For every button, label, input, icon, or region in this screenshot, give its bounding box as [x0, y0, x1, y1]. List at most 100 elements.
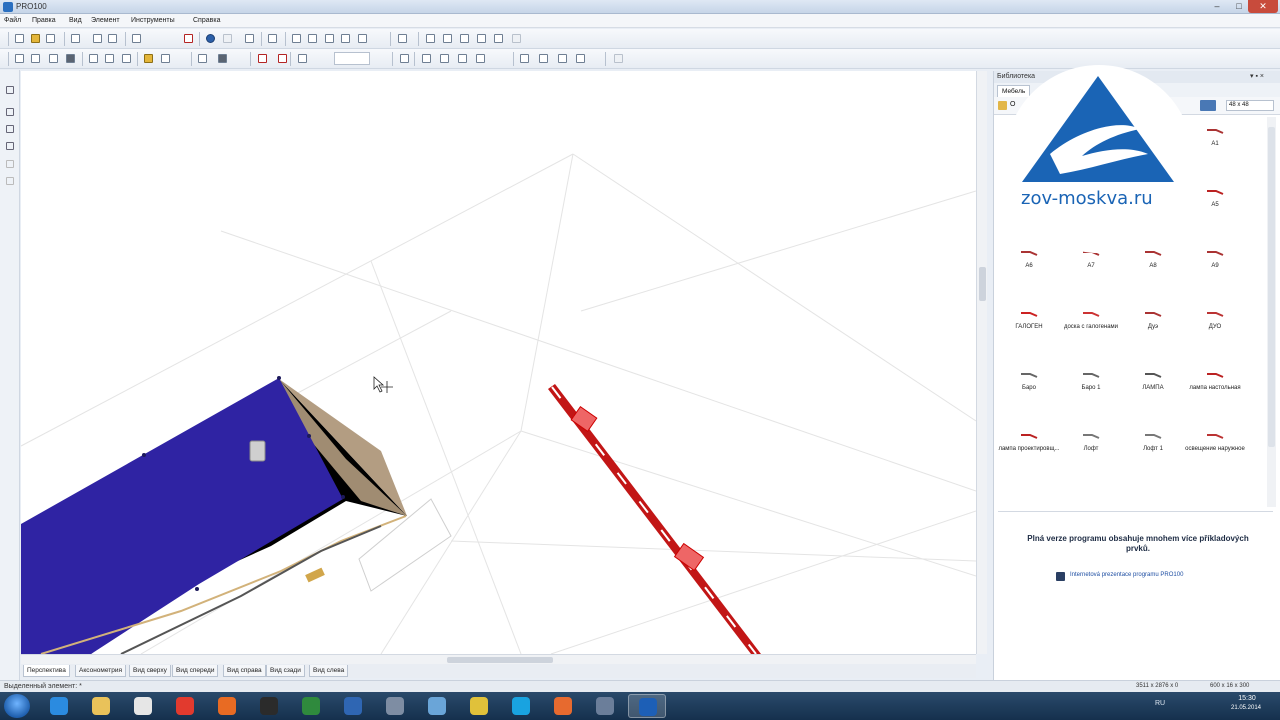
- library-item[interactable]: Баро: [998, 361, 1060, 421]
- cube-icon[interactable]: [29, 52, 42, 65]
- menu-tools[interactable]: Инструменты: [131, 17, 175, 24]
- copy-icon[interactable]: [106, 32, 119, 45]
- thumbnail-size-select[interactable]: 48 x 48: [1226, 100, 1274, 111]
- library-window-controls[interactable]: ▾ ▪ ×: [1250, 72, 1264, 80]
- center-icon[interactable]: [612, 52, 625, 65]
- taskbar-skype-icon[interactable]: [502, 694, 540, 718]
- grid-icon[interactable]: [398, 52, 411, 65]
- gray-icon[interactable]: [510, 32, 523, 45]
- select-icon[interactable]: [87, 52, 100, 65]
- align-center-icon[interactable]: [356, 32, 369, 45]
- tab-axonometry[interactable]: Аксонометрия: [75, 665, 127, 677]
- align-tool-icon[interactable]: [4, 140, 16, 152]
- arrange-icon[interactable]: [458, 32, 471, 45]
- taskbar-remote-icon[interactable]: [586, 694, 624, 718]
- taskbar-ie-icon[interactable]: [40, 694, 78, 718]
- library-info-link[interactable]: Internetová prezentace programu PRO100: [1070, 572, 1183, 578]
- rotate-icon[interactable]: [13, 52, 26, 65]
- taskbar-explorer-icon[interactable]: [82, 694, 120, 718]
- snap-icon[interactable]: [574, 52, 587, 65]
- print-icon[interactable]: [69, 32, 82, 45]
- cut-icon[interactable]: [91, 32, 104, 45]
- eraser-tool-icon[interactable]: [4, 175, 16, 187]
- library-item[interactable]: лампа проектировщ...: [998, 422, 1060, 482]
- tray-time[interactable]: 15:30: [1230, 695, 1264, 702]
- taskbar-tool-icon[interactable]: [376, 694, 414, 718]
- magnet-icon[interactable]: [256, 52, 269, 65]
- library-item[interactable]: освещение наружное: [1184, 422, 1246, 482]
- folder-icon[interactable]: [998, 101, 1007, 110]
- taskbar-pro100-icon[interactable]: [628, 694, 666, 718]
- tab-perspective[interactable]: Перспектива: [23, 665, 70, 677]
- library-item[interactable]: Лофт: [1060, 422, 1122, 482]
- library-item[interactable]: A6: [998, 239, 1060, 299]
- taskbar-photos-icon[interactable]: [418, 694, 456, 718]
- new-icon[interactable]: [13, 32, 26, 45]
- library-item[interactable]: A1: [1184, 117, 1246, 177]
- open-icon[interactable]: [29, 32, 42, 45]
- viewport-vertical-scrollbar[interactable]: [976, 71, 987, 654]
- viewport-vscroll-thumb[interactable]: [979, 267, 986, 301]
- move-icon[interactable]: [103, 52, 116, 65]
- tab-back-view[interactable]: Вид сзади: [266, 665, 305, 677]
- delete-icon[interactable]: [182, 32, 195, 45]
- taskbar-media-icon[interactable]: [124, 694, 162, 718]
- zoom-input[interactable]: [334, 52, 370, 65]
- distribute-h-icon[interactable]: [424, 32, 437, 45]
- menu-view[interactable]: Вид: [69, 17, 82, 24]
- 3d-viewport[interactable]: [21, 71, 976, 654]
- flip-icon[interactable]: [556, 52, 569, 65]
- library-item[interactable]: Дуэ: [1122, 300, 1184, 360]
- library-item[interactable]: Лофт 1: [1122, 422, 1184, 482]
- close-button[interactable]: ✕: [1248, 0, 1278, 13]
- scene-canvas[interactable]: [21, 71, 976, 654]
- measure-icon[interactable]: [159, 52, 172, 65]
- arrow-up-icon[interactable]: [456, 52, 469, 65]
- arrow-right-icon[interactable]: [474, 52, 487, 65]
- sigma-icon[interactable]: [396, 32, 409, 45]
- taskbar-word-icon[interactable]: [334, 694, 372, 718]
- circle-icon[interactable]: [221, 32, 234, 45]
- library-item[interactable]: ГАЛОГЕН: [998, 300, 1060, 360]
- distribute-v-icon[interactable]: [441, 32, 454, 45]
- taskbar-app-dark-icon[interactable]: [250, 694, 288, 718]
- library-item[interactable]: A9: [1184, 239, 1246, 299]
- start-button[interactable]: [4, 694, 30, 718]
- menu-file[interactable]: Файл: [4, 17, 21, 24]
- taskbar-chrome-icon[interactable]: [460, 694, 498, 718]
- turn-icon[interactable]: [518, 52, 531, 65]
- align-bottom-icon[interactable]: [339, 32, 352, 45]
- web-link-icon[interactable]: [1056, 572, 1065, 581]
- move-all-icon[interactable]: [537, 52, 550, 65]
- align-right-icon[interactable]: [306, 32, 319, 45]
- taskbar-yandex-icon[interactable]: [166, 694, 204, 718]
- wireframe-icon[interactable]: [64, 52, 77, 65]
- library-item[interactable]: Баро 1: [1060, 361, 1122, 421]
- library-item[interactable]: ДУО: [1184, 300, 1246, 360]
- view-mode-icon[interactable]: [1200, 100, 1216, 111]
- library-item[interactable]: A5: [1184, 178, 1246, 238]
- menu-help[interactable]: Справка: [193, 17, 220, 24]
- taskbar-excel-icon[interactable]: [292, 694, 330, 718]
- taskbar-paint-icon[interactable]: [544, 694, 582, 718]
- library-item[interactable]: ЛАМПА: [1122, 361, 1184, 421]
- viewport-horizontal-scrollbar[interactable]: [21, 654, 976, 664]
- pointer-tool-icon[interactable]: [4, 84, 16, 96]
- library-item[interactable]: лампа настольная: [1184, 361, 1246, 421]
- selection-marker[interactable]: [249, 440, 266, 462]
- ruler-icon[interactable]: [196, 52, 209, 65]
- box-icon[interactable]: [47, 52, 60, 65]
- tray-language[interactable]: RU: [1155, 700, 1165, 707]
- align-left-icon[interactable]: [290, 32, 303, 45]
- save-icon[interactable]: [44, 32, 57, 45]
- zoom-icon[interactable]: [296, 52, 309, 65]
- arrow-left-icon[interactable]: [438, 52, 451, 65]
- window-icon[interactable]: [266, 32, 279, 45]
- tab-right-view[interactable]: Вид справа: [223, 665, 266, 677]
- library-scrollbar[interactable]: [1267, 117, 1276, 507]
- group-icon[interactable]: [475, 32, 488, 45]
- ungroup-icon[interactable]: [492, 32, 505, 45]
- paste-icon[interactable]: [130, 32, 143, 45]
- library-scroll-thumb[interactable]: [1268, 127, 1275, 447]
- library-item[interactable]: доска с галогенами: [1060, 300, 1122, 360]
